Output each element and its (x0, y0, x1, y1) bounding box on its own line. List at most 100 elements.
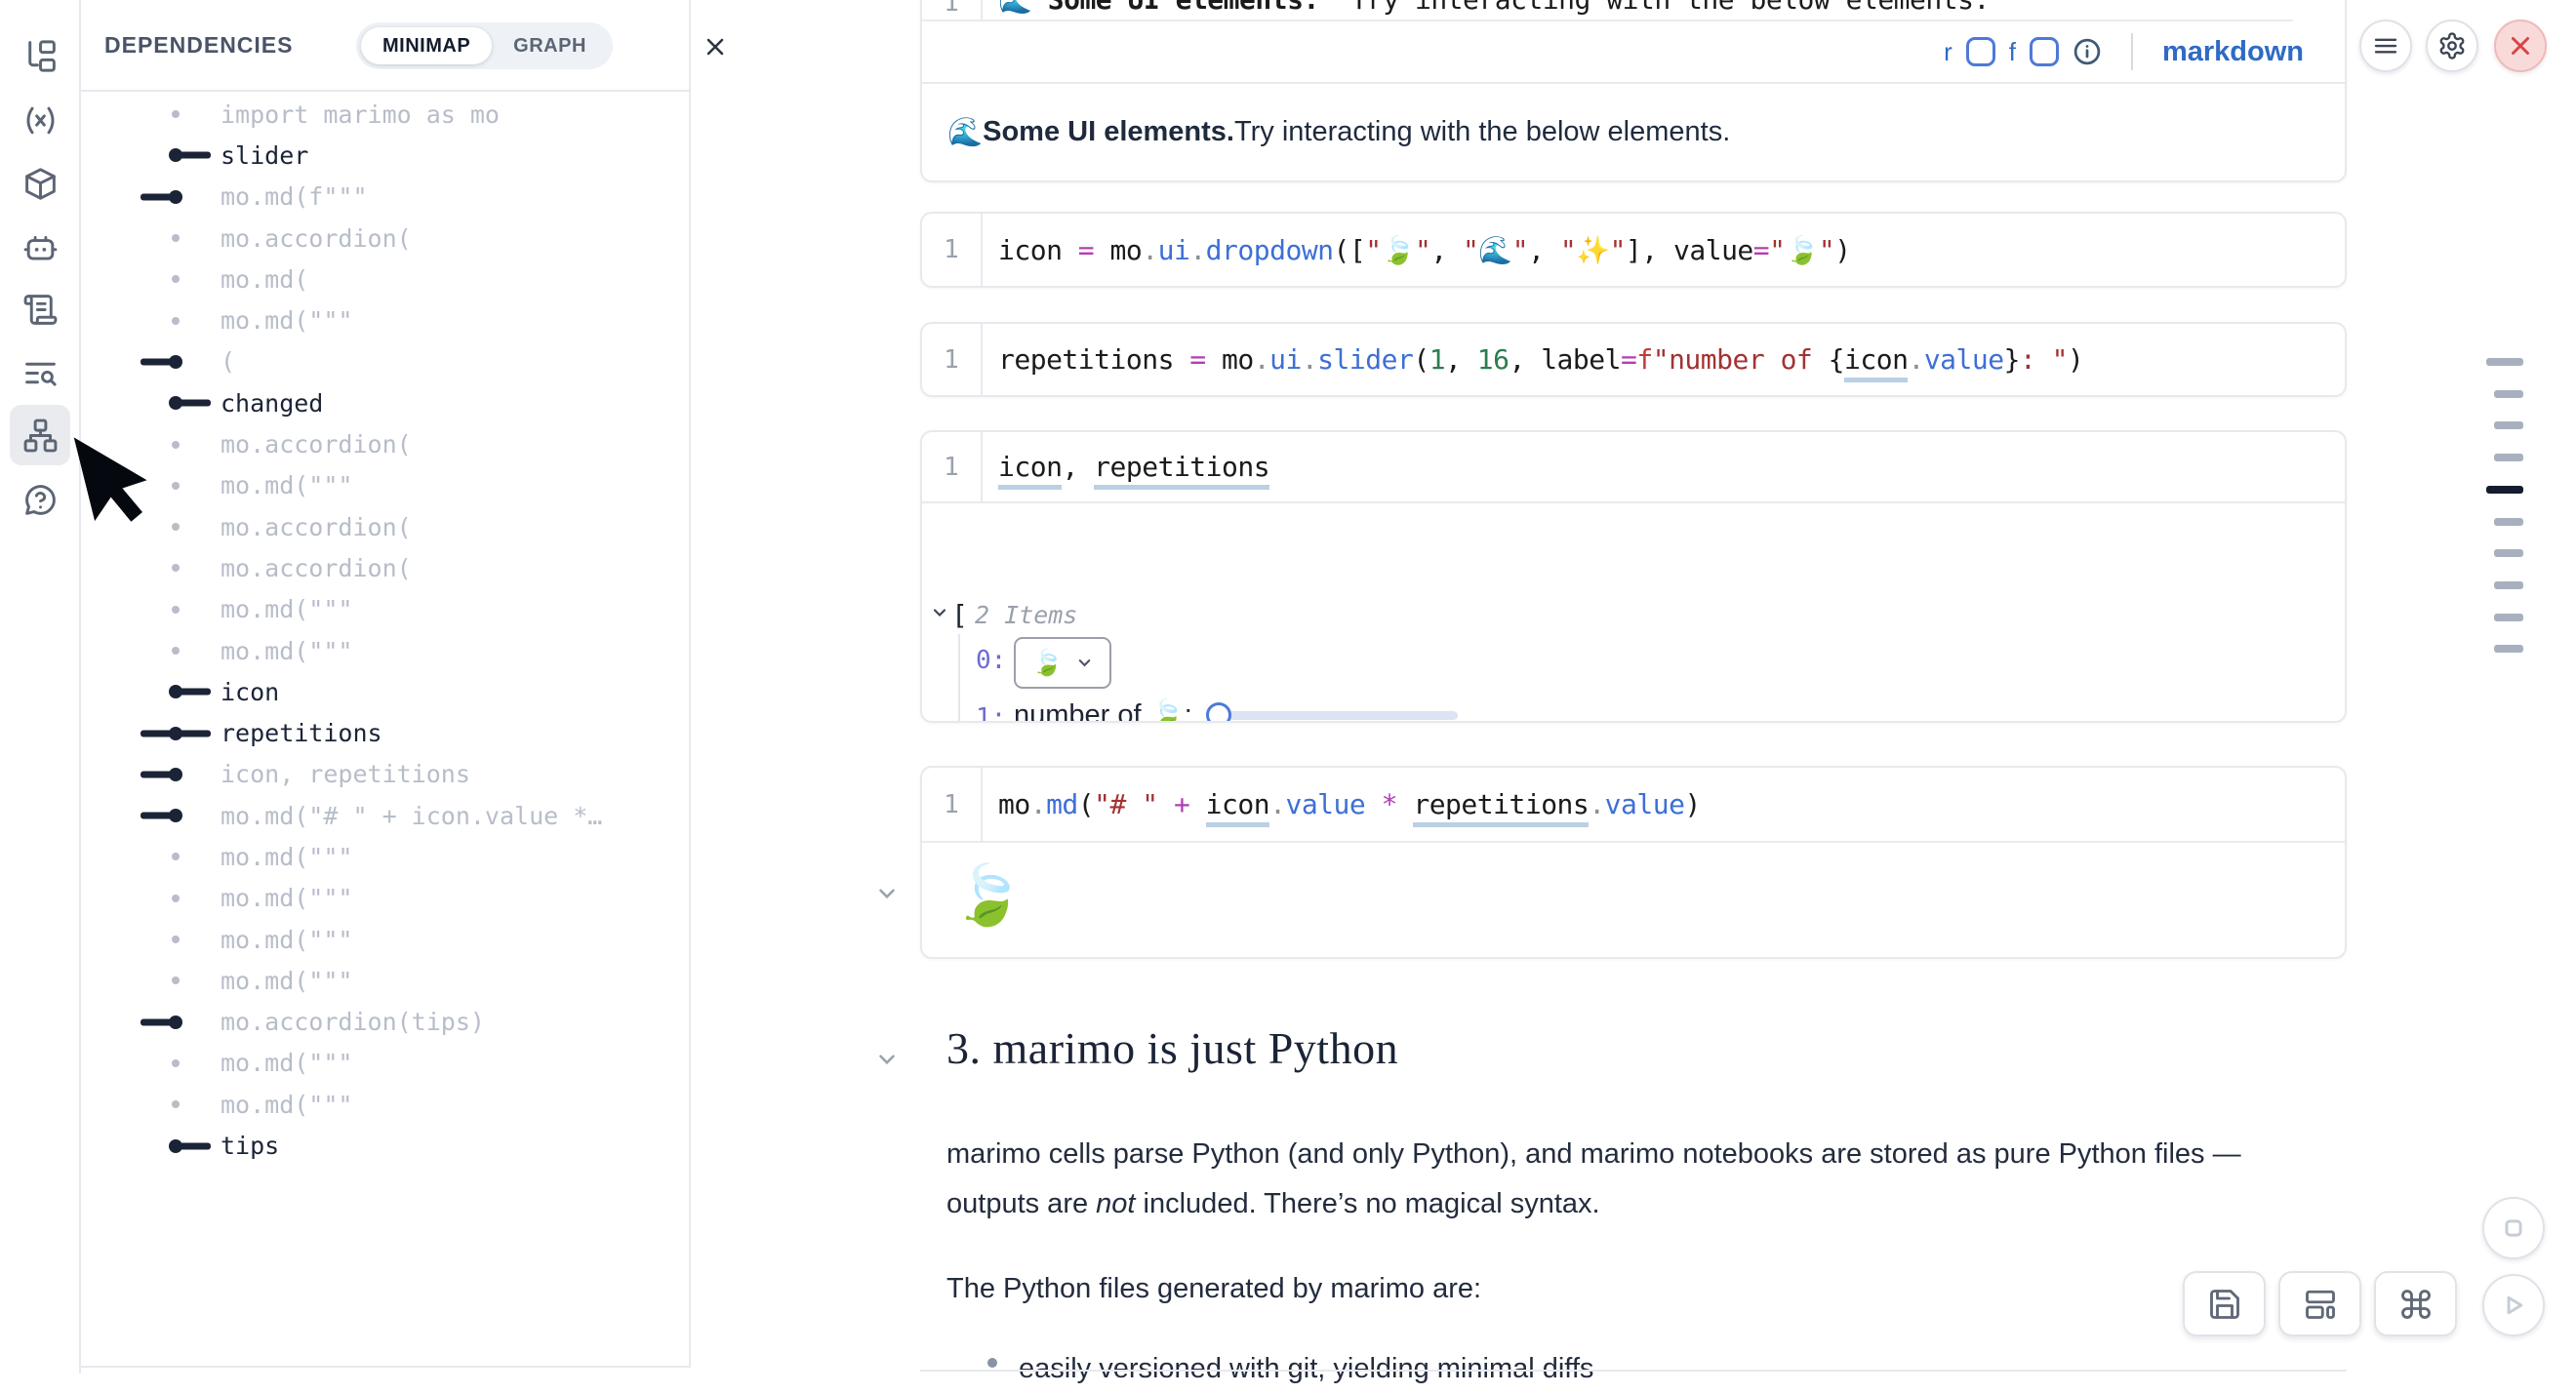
minimap-cell-list: import marimo as moslidermo.md(f"""mo.ac… (81, 94, 689, 1167)
sidebar-item-variables[interactable] (10, 90, 70, 150)
shutdown-button[interactable] (2494, 20, 2547, 72)
rail-dash[interactable] (2494, 581, 2523, 589)
shortcuts-icon (2398, 1287, 2434, 1322)
slider-track[interactable] (1212, 711, 1458, 720)
minimap-item[interactable]: mo.md(""" (81, 878, 689, 919)
shortcuts-button[interactable] (2374, 1271, 2457, 1336)
sidebar-item-dependencies[interactable] (10, 405, 70, 465)
cell-marker-plain-icon (137, 259, 215, 299)
tab-graph[interactable]: GRAPH (492, 27, 608, 64)
info-icon[interactable] (2073, 37, 2102, 66)
sidebar-item-package[interactable] (10, 153, 70, 214)
rail-dash[interactable] (2494, 645, 2523, 653)
minimap-item[interactable]: mo.md(""" (81, 836, 689, 877)
minimap-item[interactable]: mo.md(""" (81, 1043, 689, 1084)
settings-button[interactable] (2426, 20, 2478, 72)
minimap-item[interactable]: mo.accordion( (81, 218, 689, 259)
rail-dash[interactable] (2494, 454, 2523, 461)
rail-dash[interactable] (2494, 518, 2523, 526)
cell-md-intro-editor[interactable]: 1 🌊 Some UI elements. Try interacting wi… (922, 0, 2345, 20)
minimap-item[interactable]: mo.accordion(tips) (81, 1002, 689, 1043)
intro-bold-text: Some UI elements. (983, 116, 1234, 148)
code-line: mo.md("# " + icon.value * repetitions.va… (983, 788, 1701, 820)
fstring-checkbox[interactable] (2030, 37, 2059, 66)
minimap-item[interactable]: mo.md(""" (81, 960, 689, 1001)
minimap-item-label: icon (221, 678, 279, 706)
layout-button[interactable] (2278, 1271, 2361, 1336)
sidebar-item-help[interactable] (10, 469, 70, 530)
minimap-item[interactable]: mo.md(""" (81, 299, 689, 340)
sidebar-item-logs-search[interactable] (10, 342, 70, 403)
rail-dash[interactable] (2494, 614, 2523, 621)
cell-marker-plain-icon (137, 878, 215, 919)
chevron-down-icon (1075, 654, 1094, 672)
rail-dash[interactable] (2494, 390, 2523, 398)
cell-tuple-editor[interactable]: 1 icon, repetitions (922, 432, 2345, 501)
rail-dash[interactable] (2486, 358, 2523, 366)
stop-button[interactable] (2482, 1197, 2545, 1259)
markdown-language-badge[interactable]: markdown (2162, 36, 2304, 68)
tab-minimap[interactable]: MINIMAP (361, 27, 492, 64)
chevron-down-icon (874, 1047, 900, 1072)
minimap-item[interactable]: mo.md(""" (81, 589, 689, 630)
sidebar-item-file-tree[interactable] (10, 25, 70, 86)
minimap-item-label: mo.md(""" (221, 595, 352, 623)
rail-dash[interactable] (2486, 486, 2523, 494)
minimap-item[interactable]: icon (81, 671, 689, 712)
cell-md-repeat-editor[interactable]: 1 mo.md("# " + icon.value * repetitions.… (922, 768, 2345, 841)
minimap-item-label: mo.accordion( (221, 430, 412, 458)
cell-marker-plain-icon (137, 1084, 215, 1125)
minimap-item[interactable]: mo.md(""" (81, 465, 689, 506)
minimap-item[interactable]: mo.md(""" (81, 1084, 689, 1125)
cell-slider-editor[interactable]: 1 repetitions = mo.ui.slider(1, 16, labe… (922, 324, 2345, 395)
run-button[interactable] (2482, 1274, 2545, 1336)
minimap-item[interactable]: repetitions (81, 712, 689, 753)
rail-dash[interactable] (2494, 421, 2523, 429)
tree-guide-line (958, 634, 960, 723)
variables-icon (22, 102, 59, 139)
menu-icon (2371, 31, 2400, 60)
icon-dropdown-select[interactable]: 🍃 (1014, 637, 1111, 689)
sidebar-item-ai-assistant[interactable] (10, 217, 70, 277)
prose-segment: included. There’s no magical syntax. (1135, 1188, 1599, 1219)
minimap-item[interactable]: mo.md(""" (81, 630, 689, 671)
cell-md-intro: 1 🌊 Some UI elements. Try interacting wi… (920, 0, 2347, 182)
dependencies-icon (22, 418, 59, 454)
panel-title: DEPENDENCIES (104, 32, 293, 59)
minimap-item[interactable]: mo.md( (81, 259, 689, 299)
cell-marker-plain-icon (137, 300, 215, 341)
cell-marker-plain-icon (137, 960, 215, 1001)
sidebar-item-snippets[interactable] (10, 279, 70, 339)
menu-button[interactable] (2359, 20, 2412, 72)
minimap-item[interactable]: mo.accordion( (81, 547, 689, 588)
minimap-item[interactable]: tips (81, 1125, 689, 1166)
cell-marker-def-icon (137, 1126, 215, 1167)
dropdown-selected-value: 🍃 (1031, 648, 1063, 678)
save-button[interactable] (2183, 1271, 2266, 1336)
minimap-item[interactable]: mo.accordion( (81, 423, 689, 464)
cell-marker-ref-icon (137, 177, 215, 218)
minimap-item[interactable]: mo.accordion( (81, 506, 689, 547)
minimap-item-label: mo.md( (221, 265, 308, 294)
minimap-item[interactable]: mo.md(f""" (81, 177, 689, 218)
settings-icon (2437, 31, 2467, 60)
cell-marker-plain-icon (137, 218, 215, 259)
tree-open-bracket: [ (951, 599, 968, 631)
minimap-item[interactable]: import marimo as mo (81, 94, 689, 135)
tree-collapse-chevron[interactable] (930, 603, 949, 627)
minimap-item[interactable]: mo.md(""" (81, 919, 689, 960)
minimap-item[interactable]: changed (81, 382, 689, 423)
cell-tuple-output: [ 2 Items 0: 🍃 1: number of 🍃: ] (922, 503, 2345, 723)
leaf-output-heading: 🍃 (951, 866, 1025, 925)
raw-string-checkbox[interactable] (1966, 37, 1995, 66)
minimap-item[interactable]: slider (81, 135, 689, 176)
minimap-item[interactable]: ( (81, 341, 689, 382)
section-collapse-chevron[interactable] (874, 1047, 900, 1077)
minimap-item[interactable]: icon, repetitions (81, 754, 689, 795)
close-panel-button[interactable] (696, 27, 735, 66)
rail-dash[interactable] (2494, 549, 2523, 557)
cell-dropdown-editor[interactable]: 1 icon = mo.ui.dropdown(["🍃", "🌊", "✨"],… (922, 214, 2345, 286)
output-collapse-chevron[interactable] (874, 881, 900, 911)
slider-thumb[interactable] (1206, 702, 1231, 723)
minimap-item[interactable]: mo.md("# " + icon.value *… (81, 795, 689, 836)
